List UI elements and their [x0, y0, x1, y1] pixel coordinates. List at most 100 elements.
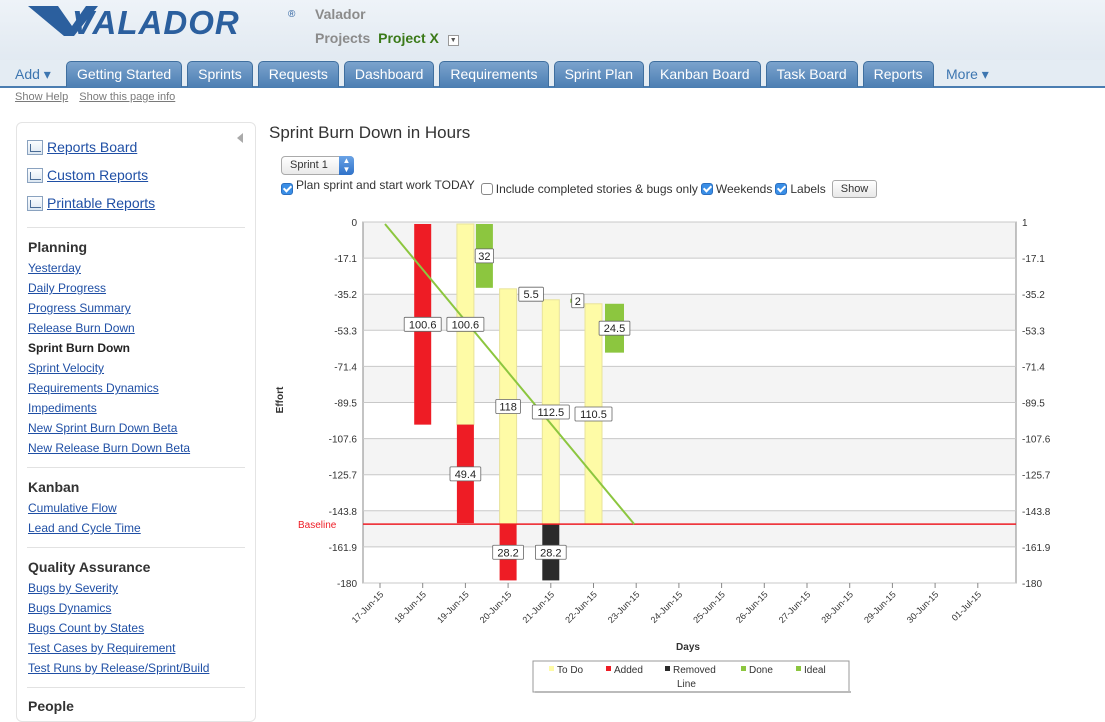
collapse-sidebar-icon[interactable] — [237, 133, 243, 143]
data-label: 112.5 — [537, 407, 564, 419]
chart-icon — [27, 195, 43, 211]
reports-board-link[interactable]: Reports Board — [27, 139, 137, 155]
data-label-group: 118 — [495, 399, 521, 414]
data-label-group: 100.6 — [446, 316, 485, 332]
link-sprint-velocity[interactable]: Sprint Velocity — [28, 361, 104, 375]
y-tick-label: -17.1 — [334, 254, 357, 265]
link-daily-progress[interactable]: Daily Progress — [28, 281, 106, 295]
printable-reports-label: Printable Reports — [47, 195, 156, 211]
data-label: 118 — [499, 401, 517, 413]
y-tick-label: -107.6 — [329, 435, 358, 446]
labels-checkbox[interactable] — [775, 183, 788, 195]
y-tick-label: -161.9 — [329, 543, 358, 554]
tab-sprints[interactable]: Sprints — [187, 61, 253, 87]
link-sprint-burn-down-current[interactable]: Sprint Burn Down — [28, 341, 130, 355]
add-menu-button[interactable]: Add ▾ — [15, 66, 51, 83]
link-impediments[interactable]: Impediments — [28, 401, 97, 415]
chart-icon — [27, 139, 43, 155]
y-tick-label-right: -53.3 — [1022, 326, 1045, 337]
divider — [27, 547, 245, 548]
completed-only-checkbox[interactable] — [480, 183, 493, 195]
header: VALADOR ® Valador Projects Project X ▼ — [0, 0, 1105, 62]
divider — [27, 467, 245, 468]
legend-swatch — [665, 666, 670, 671]
data-label-group: 24.5 — [598, 320, 631, 336]
y-tick-label-right: -35.2 — [1022, 290, 1045, 301]
data-label: 2 — [575, 296, 581, 308]
data-label-group: 28.2 — [534, 544, 567, 560]
reports-board-label: Reports Board — [47, 139, 138, 155]
link-cumulative-flow[interactable]: Cumulative Flow — [28, 501, 117, 515]
more-menu-button[interactable]: More ▾ — [946, 66, 989, 83]
tab-reports[interactable]: Reports — [862, 61, 934, 87]
show-button[interactable]: Show — [831, 180, 878, 198]
link-progress-summary[interactable]: Progress Summary — [28, 301, 131, 315]
y-axis-title: Effort — [275, 386, 286, 413]
data-label: 32 — [478, 251, 490, 263]
link-requirements-dynamics[interactable]: Requirements Dynamics — [28, 381, 159, 395]
link-yesterday[interactable]: Yesterday — [28, 261, 81, 275]
baseline-label: Baseline — [298, 520, 337, 531]
link-test-cases-by-requirement[interactable]: Test Cases by Requirement — [28, 641, 175, 655]
data-label-group: 112.5 — [531, 404, 570, 420]
data-label-group: 100.6 — [403, 316, 442, 332]
y-tick-label: -53.3 — [334, 326, 357, 337]
section-title-kanban: Kanban — [28, 479, 80, 495]
sprint-select-value: Sprint 1 — [290, 159, 328, 171]
x-tick-label: 17-Jun-15 — [350, 589, 386, 625]
show-help-link[interactable]: Show Help — [15, 91, 68, 103]
custom-reports-link[interactable]: Custom Reports — [27, 167, 148, 183]
y-tick-label-right: -143.8 — [1022, 507, 1051, 518]
x-axis: 17-Jun-15 18-Jun-15 19-Jun-15 20-Jun-15 21-J… — [350, 583, 984, 625]
data-label: 28.2 — [497, 547, 518, 559]
x-tick-label: 30-Jun-15 — [905, 589, 941, 625]
link-new-release-burn-down-beta[interactable]: New Release Burn Down Beta — [28, 441, 190, 455]
link-lead-and-cycle-time[interactable]: Lead and Cycle Time — [28, 521, 141, 535]
nav-tabs: Getting Started Sprints Requests Dashboa… — [66, 61, 939, 87]
y-tick-label-right: -161.9 — [1022, 543, 1051, 554]
help-bar: Show Help Show this page info — [15, 91, 183, 103]
sprint-select[interactable]: Sprint 1 ▲ ▼ — [281, 156, 354, 175]
x-tick-label: 25-Jun-15 — [691, 589, 727, 625]
page-title: Sprint Burn Down in Hours — [269, 123, 471, 142]
tab-kanban-board[interactable]: Kanban Board — [649, 61, 761, 87]
link-bugs-by-severity[interactable]: Bugs by Severity — [28, 581, 118, 595]
link-bugs-count-by-states[interactable]: Bugs Count by States — [28, 621, 144, 635]
registered-mark: ® — [288, 9, 296, 20]
link-release-burn-down[interactable]: Release Burn Down — [28, 321, 135, 335]
tab-getting-started[interactable]: Getting Started — [66, 61, 183, 87]
chart-icon — [27, 167, 43, 183]
project-name[interactable]: Project X — [378, 30, 439, 46]
printable-reports-link[interactable]: Printable Reports — [27, 195, 155, 211]
main-nav: Add ▾ Getting Started Sprints Requests D… — [0, 60, 1105, 88]
tab-sprint-plan[interactable]: Sprint Plan — [553, 61, 645, 87]
x-axis-title: Days — [676, 642, 700, 653]
section-title-people: People — [28, 698, 74, 714]
x-tick-label: 22-Jun-15 — [563, 589, 599, 625]
plan-sprint-checkbox[interactable] — [281, 183, 293, 195]
tab-task-board[interactable]: Task Board — [765, 61, 858, 87]
chart-legend: To Do Added Removed Done Ideal Line — [532, 660, 851, 693]
x-tick-label: 24-Jun-15 — [649, 589, 685, 625]
y-tick-label-right: 1 — [1022, 218, 1028, 229]
y-tick-label: -35.2 — [334, 290, 357, 301]
tab-requests[interactable]: Requests — [257, 61, 339, 87]
legend-swatch — [741, 666, 746, 671]
y-axis-right: 1 -17.1 -35.2 -53.3 -71.4 -89.5 -107.6 -125.7 -1… — [1022, 218, 1051, 590]
weekends-checkbox[interactable] — [700, 183, 713, 195]
link-test-runs[interactable]: Test Runs by Release/Sprint/Build — [28, 661, 209, 675]
plan-sprint-label: Plan sprint and start work TODAY — [296, 178, 475, 192]
legend-swatch — [549, 666, 554, 671]
section-title-quality-assurance: Quality Assurance — [28, 559, 151, 575]
tab-requirements[interactable]: Requirements — [439, 61, 549, 87]
show-page-info-link[interactable]: Show this page info — [79, 91, 175, 103]
tab-dashboard[interactable]: Dashboard — [343, 61, 435, 87]
project-dropdown-icon[interactable]: ▼ — [447, 35, 459, 46]
valador-logo[interactable]: VALADOR ® — [28, 4, 300, 38]
x-tick-label: 01-Jul-15 — [950, 589, 984, 623]
y-tick-label: -89.5 — [334, 399, 357, 410]
y-tick-label-right: -180 — [1022, 579, 1042, 590]
link-bugs-dynamics[interactable]: Bugs Dynamics — [28, 601, 111, 615]
reports-sidebar: Reports Board Custom Reports Printable R… — [16, 122, 256, 722]
link-new-sprint-burn-down-beta[interactable]: New Sprint Burn Down Beta — [28, 421, 177, 435]
